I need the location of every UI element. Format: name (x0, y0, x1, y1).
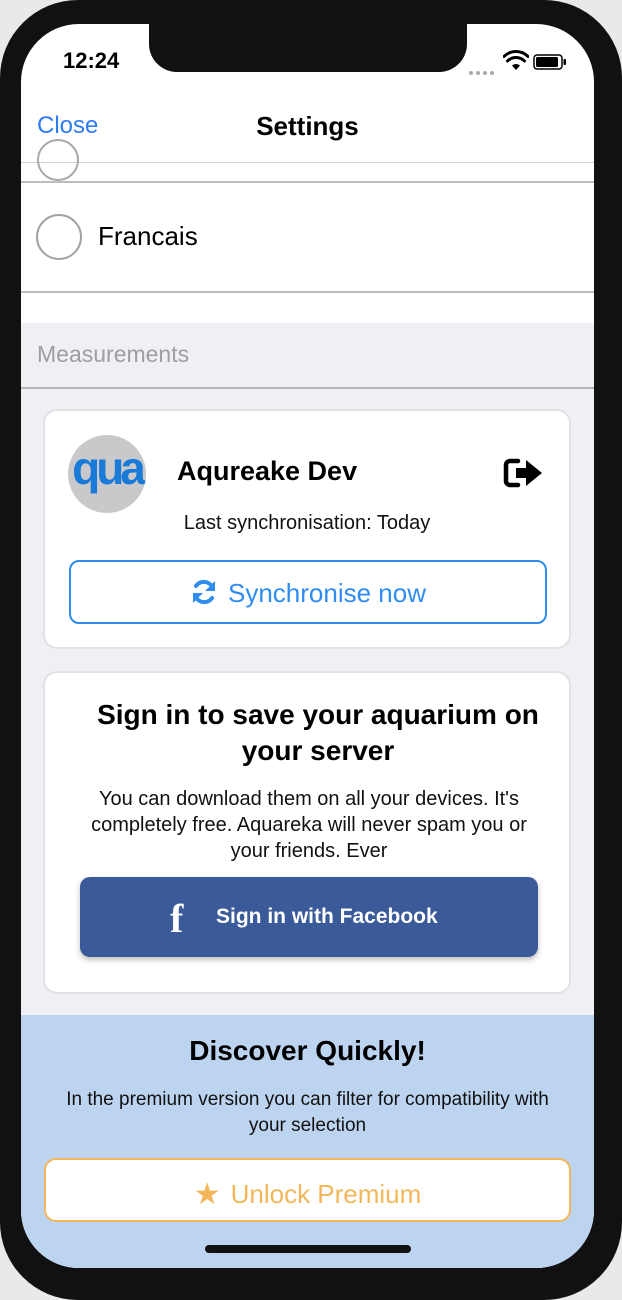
device-notch (149, 24, 467, 72)
page-title: Settings (256, 111, 359, 141)
settings-content[interactable]: Francais Measurements qua Aqureake Dev L… (21, 139, 594, 1268)
section-header-measurements: Measurements (21, 323, 594, 389)
account-name: Aqureake Dev (177, 456, 358, 486)
synchronise-button[interactable]: Synchronise now (69, 560, 547, 624)
avatar-logo-text: qua (72, 442, 146, 494)
section-header-label: Measurements (37, 341, 190, 367)
promo-title: Discover Quickly! (189, 1035, 426, 1066)
language-option-partial[interactable] (21, 139, 594, 183)
refresh-icon (193, 580, 215, 605)
avatar: qua (68, 435, 146, 513)
radio-button[interactable] (36, 214, 82, 260)
language-option-francais[interactable]: Francais (21, 183, 594, 293)
signin-card: Sign in to save your aquarium on your se… (43, 671, 571, 994)
device-frame: 12:24 Close Settings Francais Measuremen… (0, 0, 622, 1300)
promo-description: In the premium version you can filter fo… (66, 1089, 549, 1136)
navigation-bar: Close Settings (21, 94, 594, 163)
radio-button[interactable] (37, 139, 79, 181)
premium-promo: Discover Quickly! In the premium version… (21, 1015, 594, 1268)
unlock-premium-label: Unlock Premium (230, 1179, 422, 1209)
facebook-signin-label: Sign in with Facebook (216, 905, 438, 928)
synchronise-button-label: Synchronise now (228, 578, 426, 608)
logout-icon[interactable] (502, 455, 546, 491)
facebook-icon: f (170, 896, 184, 941)
status-icons (469, 50, 579, 75)
signal-icon (469, 62, 497, 75)
list-footer (21, 293, 594, 323)
star-icon: ★ (193, 1178, 221, 1211)
battery-icon (533, 54, 566, 70)
wifi-icon (503, 50, 529, 70)
account-card: qua Aqureake Dev Last synchronisation: T… (43, 409, 571, 649)
signin-title: Sign in to save your aquarium on your se… (97, 699, 539, 766)
status-time: 12:24 (63, 48, 120, 73)
unlock-premium-button[interactable]: ★ Unlock Premium (44, 1158, 571, 1222)
language-label: Francais (98, 221, 198, 251)
home-indicator[interactable] (205, 1245, 411, 1253)
last-sync-text: Last synchronisation: Today (183, 512, 431, 534)
facebook-signin-button[interactable]: f Sign in with Facebook (80, 877, 538, 957)
app-screen: 12:24 Close Settings Francais Measuremen… (21, 24, 594, 1268)
signin-description: You can download them on all your device… (91, 788, 527, 862)
